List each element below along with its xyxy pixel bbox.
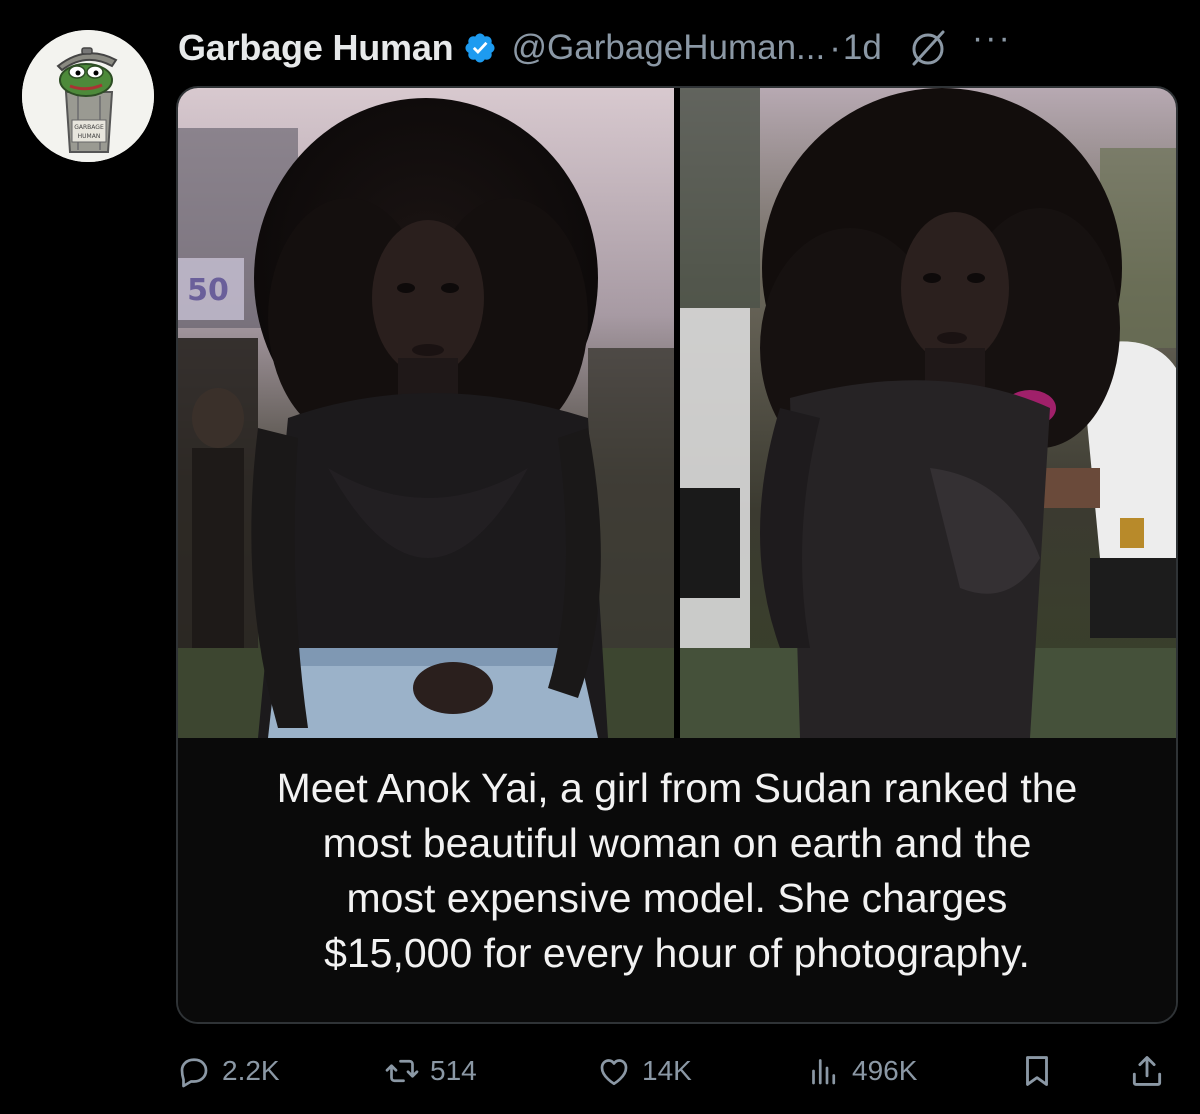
repost-button[interactable]: 514 xyxy=(384,1053,477,1089)
separator-dot: · xyxy=(829,28,841,67)
caption-line-3: most expensive model. She charges xyxy=(346,875,1008,921)
avatar-image: GARBAGE HUMAN xyxy=(22,30,154,162)
grok-icon[interactable] xyxy=(908,28,948,68)
photo-right-image xyxy=(680,88,1176,738)
tweet-header: Garbage Human @GarbageHuman... · 1d ··· xyxy=(178,20,1180,76)
media-caption: Meet Anok Yai, a girl from Sudan ranked … xyxy=(178,738,1176,1022)
share-button[interactable] xyxy=(1128,1052,1166,1090)
views-button[interactable]: 496K xyxy=(806,1053,917,1089)
caption-text: Meet Anok Yai, a girl from Sudan ranked … xyxy=(277,761,1078,999)
display-name[interactable]: Garbage Human xyxy=(178,27,454,69)
tweet: GARBAGE HUMAN Garbage Human @GarbageHuma… xyxy=(0,0,1200,1114)
more-icon[interactable]: ··· xyxy=(972,21,1012,55)
reply-button[interactable]: 2.2K xyxy=(176,1053,280,1089)
timestamp[interactable]: 1d xyxy=(843,28,882,68)
repost-icon xyxy=(385,1059,419,1083)
views-count: 496K xyxy=(852,1055,918,1086)
avatar-text-1: GARBAGE xyxy=(74,124,104,131)
action-bar: 2.2K 514 14K 496K xyxy=(176,1046,1172,1096)
sign-text: 50 xyxy=(187,273,229,308)
photo-left[interactable]: 50 xyxy=(178,88,674,738)
bookmark-icon xyxy=(1026,1056,1048,1086)
like-button[interactable]: 14K xyxy=(596,1053,692,1089)
media-card[interactable]: 50 Meet Anok Yai, a girl from Sudan rank… xyxy=(176,86,1178,1024)
caption-line-4: $15,000 for every hour of photography. xyxy=(324,930,1030,976)
avatar[interactable]: GARBAGE HUMAN xyxy=(22,30,154,162)
avatar-text-2: HUMAN xyxy=(78,133,101,140)
views-icon xyxy=(812,1059,836,1085)
caption-line-1: Meet Anok Yai, a girl from Sudan ranked … xyxy=(276,765,1078,811)
photo-left-image: 50 xyxy=(178,88,674,738)
reply-count: 2.2K xyxy=(222,1055,280,1086)
bookmark-button[interactable] xyxy=(1018,1052,1056,1090)
reply-icon xyxy=(180,1058,208,1088)
repost-count: 514 xyxy=(430,1055,477,1086)
caption-line-2: most beautiful woman on earth and the xyxy=(322,820,1032,866)
like-icon xyxy=(600,1059,628,1086)
share-icon xyxy=(1132,1056,1162,1086)
photo-right[interactable] xyxy=(680,88,1176,738)
verified-badge-icon[interactable] xyxy=(463,31,497,65)
handle[interactable]: @GarbageHuman... xyxy=(511,28,825,68)
like-count: 14K xyxy=(642,1055,692,1086)
